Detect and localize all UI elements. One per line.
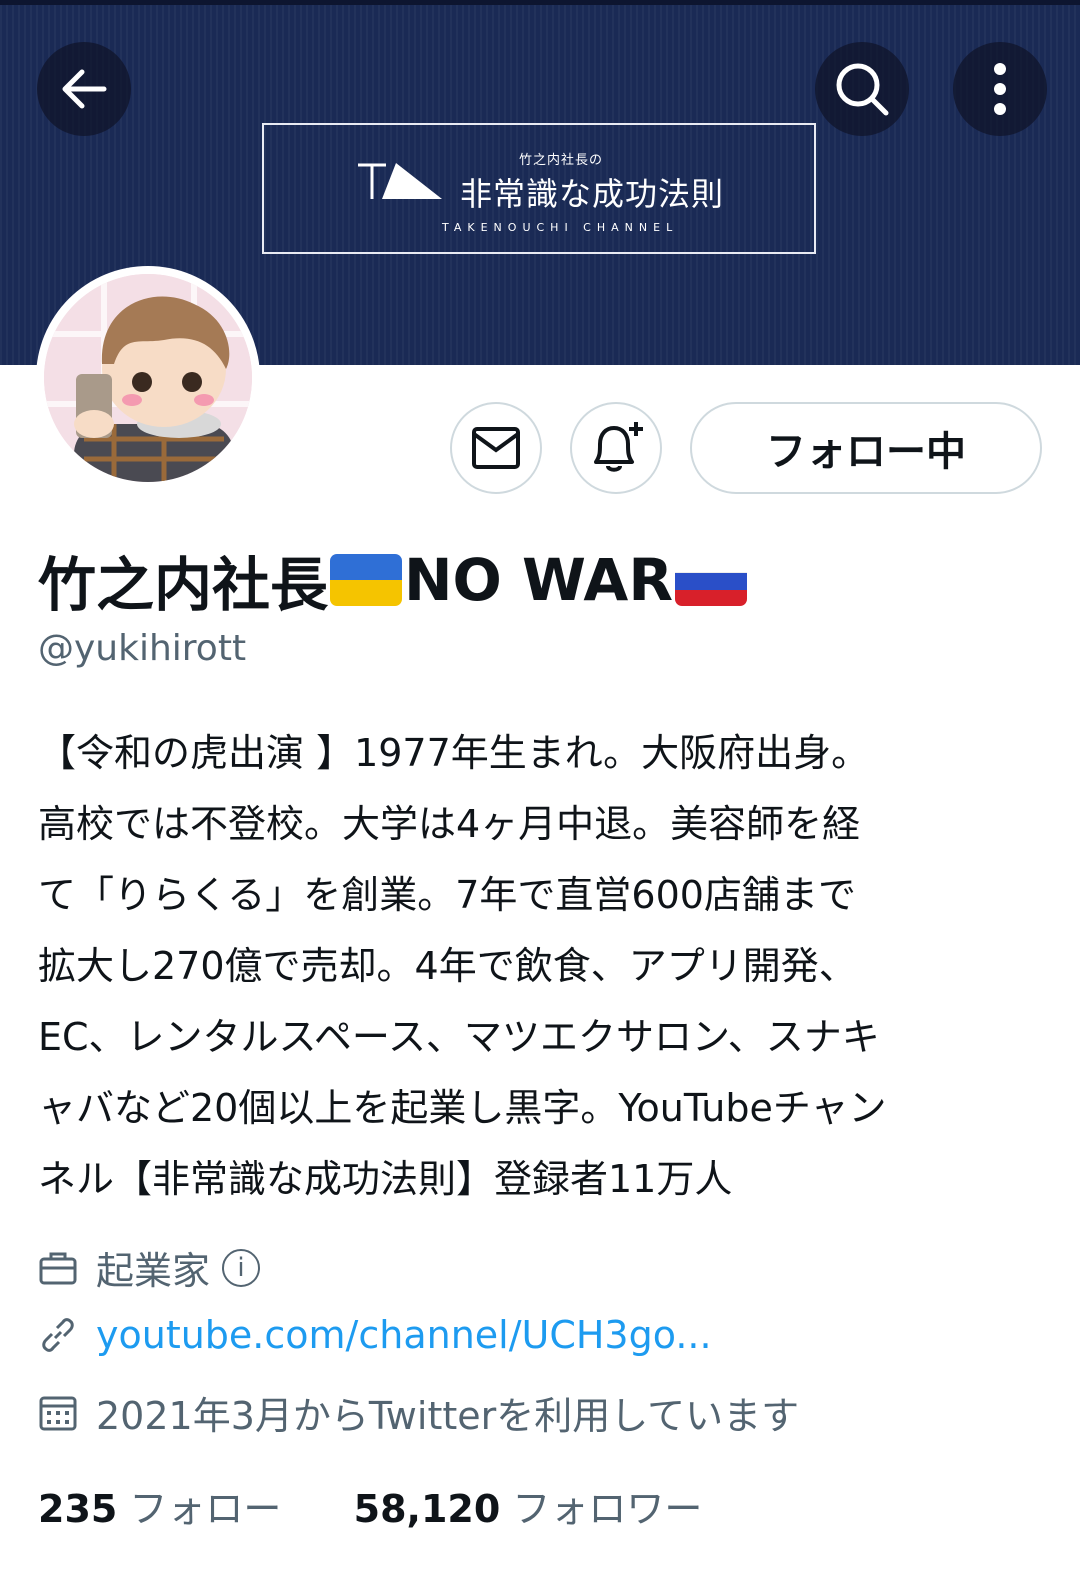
category-text: 起業家 <box>96 1249 211 1293</box>
join-date-text: 2021年3月からTwitterを利用しています <box>96 1394 800 1438</box>
search-icon <box>836 63 889 116</box>
bell-plus-icon <box>594 422 643 472</box>
link-icon <box>42 1318 74 1352</box>
profile-category: 起業家 i <box>38 1240 261 1295</box>
bio-line: 拡大し270億で売却。4年で飲食、アプリ開発、 <box>38 944 857 988</box>
briefcase-icon <box>39 1252 77 1284</box>
more-button[interactable] <box>953 42 1047 136</box>
status-bar-edge <box>0 0 1080 5</box>
followers-label: フォロワー <box>512 1487 703 1531</box>
logo-small-text: 竹之内社長の <box>519 153 604 168</box>
profile-stats: 235 フォロー 58,120 フォロワー <box>38 1478 702 1533</box>
profile-bio: 【令和の虎出演 】1977年生まれ。大阪府出身。 高校では不登校。大学は4ヶ月中… <box>38 718 1048 1215</box>
followers-link[interactable]: 58,120 フォロワー <box>354 1487 703 1531</box>
avatar[interactable] <box>36 266 260 490</box>
logo-sub-text: TAKENOUCHI CHANNEL <box>442 221 679 234</box>
display-name: 竹之内社長 NO WAR <box>38 538 749 622</box>
profile-link-row: youtube.com/channel/UCH3go... <box>38 1313 712 1357</box>
display-name-suffix: NO WAR <box>404 546 673 614</box>
message-button[interactable] <box>450 402 542 494</box>
display-name-text: 竹之内社長 <box>38 551 329 619</box>
user-handle: @yukihirott <box>38 628 247 669</box>
bio-line: 【令和の虎出演 】1977年生まれ。大阪府出身。 <box>38 731 870 775</box>
following-count: 235 <box>38 1487 118 1531</box>
following-link[interactable]: 235 フォロー <box>38 1487 294 1531</box>
info-icon[interactable]: i <box>222 1248 261 1287</box>
arrow-left-icon <box>62 69 107 109</box>
calendar-icon <box>39 1396 77 1430</box>
join-date-row: 2021年3月からTwitterを利用しています <box>38 1385 799 1440</box>
notifications-button[interactable] <box>570 402 662 494</box>
bio-line: て「りらくる」を創業。7年で直営600店舗まで <box>38 873 856 917</box>
followers-count: 58,120 <box>353 1487 501 1531</box>
logo-mark-icon <box>358 163 442 199</box>
bio-line: 高校では不登校。大学は4ヶ月中退。美容師を経 <box>38 802 861 846</box>
logo-main-text: 非常識な成功法則 <box>460 175 725 213</box>
avatar-image <box>44 274 252 482</box>
mail-icon <box>472 427 520 469</box>
following-button[interactable]: フォロー中 <box>690 402 1042 494</box>
ukraine-flag-icon <box>330 554 403 606</box>
bio-line: ャバなど20個以上を起業し黒字。YouTubeチャン <box>38 1086 887 1130</box>
following-label: フォロー <box>129 1487 282 1531</box>
search-button[interactable] <box>815 42 909 136</box>
channel-logo: 竹之内社長の 非常識な成功法則 TAKENOUCHI CHANNEL <box>262 123 816 254</box>
russia-flag-icon <box>674 554 747 606</box>
bio-line: EC、レンタルスペース、マツエクサロン、スナキ <box>38 1015 880 1059</box>
bio-line: ネル【非常識な成功法則】登録者11万人 <box>38 1157 733 1201</box>
back-button[interactable] <box>37 42 131 136</box>
profile-link[interactable]: youtube.com/channel/UCH3go... <box>96 1313 712 1357</box>
more-vertical-icon <box>994 63 1006 115</box>
